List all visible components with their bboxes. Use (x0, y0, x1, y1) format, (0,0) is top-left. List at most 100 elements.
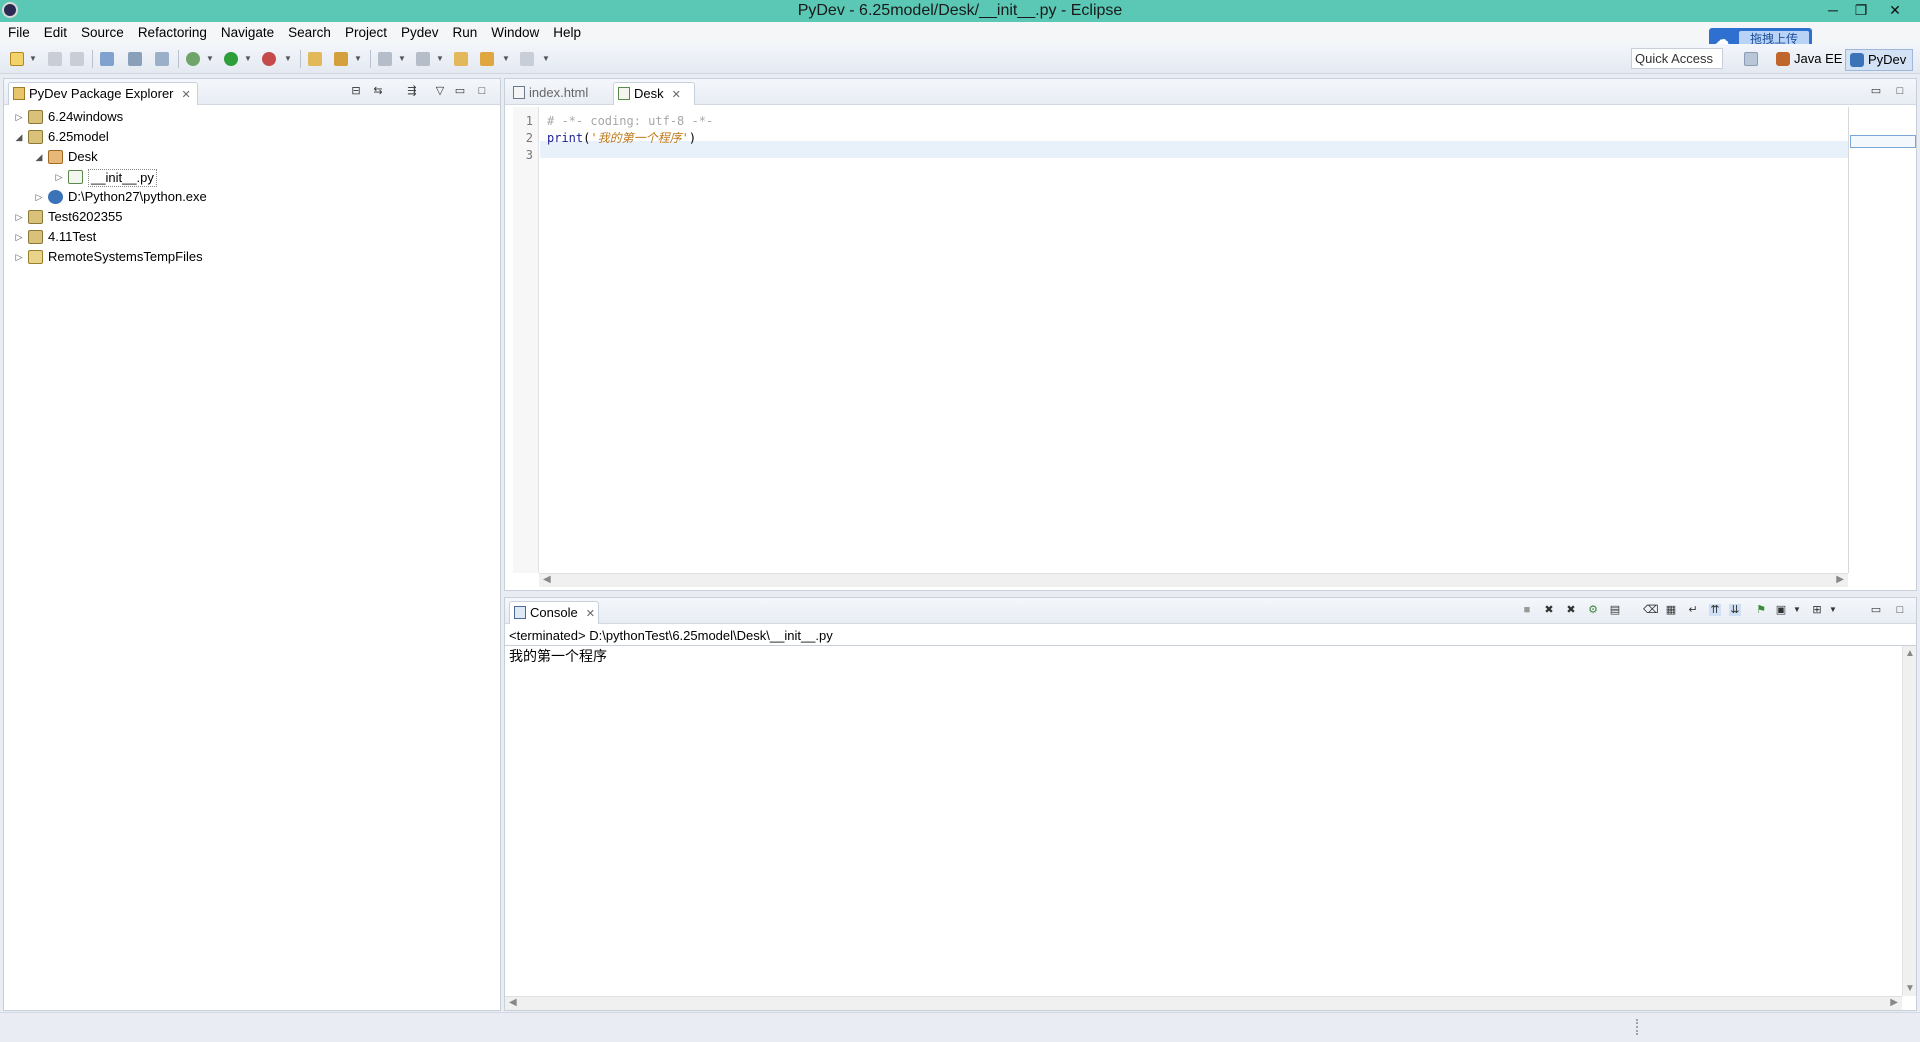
expand-icon[interactable]: ▷ (34, 187, 44, 207)
perspective-pydev[interactable]: PyDev (1845, 49, 1913, 71)
display-console-icon[interactable]: ▣ (1775, 604, 1787, 616)
quick-access-input[interactable]: Quick Access (1631, 48, 1723, 69)
tab-index-html[interactable]: index.html (509, 82, 609, 105)
debug-console-icon[interactable]: ▤ (1609, 604, 1621, 616)
open-console-dropdown-icon[interactable]: ▼ (1827, 604, 1839, 616)
editor-horizontal-scrollbar[interactable]: ◀ ▶ (539, 573, 1848, 587)
prev-annotation-dropdown-icon[interactable]: ▼ (436, 52, 444, 66)
maximize-view-icon[interactable]: □ (476, 85, 488, 97)
line-number: 1 (525, 114, 533, 128)
code-editor[interactable]: 1 # -*- coding: utf-8 -*- 2 print('我的第一个程序'… (505, 107, 1849, 573)
debug-icon[interactable] (186, 52, 200, 66)
minimize-button[interactable]: ─ (1818, 0, 1848, 22)
debug-dropdown-icon[interactable]: ▼ (206, 52, 214, 66)
tree-item-label: 4.11Test (48, 229, 97, 244)
console-output[interactable]: 我的第一个程序 (509, 647, 607, 665)
menu-source[interactable]: Source (75, 22, 130, 44)
close-button[interactable]: ✕ (1880, 0, 1910, 22)
minimize-view-icon[interactable]: ▭ (1870, 604, 1882, 616)
scroll-right-icon[interactable]: ▶ (1836, 574, 1844, 585)
prev-annotation-icon[interactable] (416, 52, 430, 66)
terminal-icon[interactable] (100, 52, 114, 66)
maximize-view-icon[interactable]: □ (1894, 604, 1906, 616)
back-dropdown-icon[interactable]: ▼ (502, 52, 510, 66)
menu-navigate[interactable]: Navigate (215, 22, 280, 44)
show-stdout-icon[interactable]: ⇈ (1709, 604, 1721, 616)
clear-console-icon[interactable]: ⌫ (1643, 604, 1659, 616)
scroll-down-icon[interactable]: ▼ (1905, 983, 1915, 994)
next-annotation-icon[interactable] (378, 52, 392, 66)
external-tools-dropdown-icon[interactable]: ▼ (284, 52, 292, 66)
collapse-icon[interactable]: ◢ (14, 127, 24, 147)
close-icon[interactable]: ✕ (586, 608, 595, 620)
show-stderr-icon[interactable]: ⇊ (1729, 604, 1741, 616)
server-icon[interactable] (155, 52, 169, 66)
expand-icon[interactable]: ▷ (14, 207, 24, 227)
menu-window[interactable]: Window (485, 22, 545, 44)
link-editor-icon[interactable]: ⇆ (372, 85, 384, 97)
tab-console[interactable]: Console ✕ (509, 601, 599, 624)
next-annotation-dropdown-icon[interactable]: ▼ (398, 52, 406, 66)
restore-button[interactable]: ❐ (1846, 0, 1876, 22)
close-icon[interactable]: ✕ (182, 89, 191, 101)
tab-package-explorer[interactable]: PyDev Package Explorer ✕ (8, 82, 198, 105)
maximize-view-icon[interactable]: □ (1894, 85, 1906, 97)
console-vertical-scrollbar[interactable]: ▲ ▼ (1902, 646, 1916, 996)
expand-icon[interactable]: ▷ (14, 227, 24, 247)
expand-icon[interactable]: ▷ (14, 107, 24, 127)
perspective-java-ee[interactable]: Java EE (1772, 49, 1846, 71)
minimize-view-icon[interactable]: ▭ (454, 85, 466, 97)
menu-search[interactable]: Search (282, 22, 337, 44)
collapse-icon[interactable]: ◢ (34, 147, 44, 167)
run-dropdown-icon[interactable]: ▼ (244, 52, 252, 66)
perspective-label: Java EE (1794, 51, 1843, 66)
menu-project[interactable]: Project (339, 22, 393, 44)
menu-help[interactable]: Help (547, 22, 587, 44)
remove-launch-icon[interactable]: ✖ (1543, 604, 1555, 616)
last-edit-icon[interactable] (454, 52, 468, 66)
open-type-icon[interactable] (308, 52, 322, 66)
word-wrap-icon[interactable]: ↵ (1687, 604, 1699, 616)
save-icon[interactable] (48, 52, 62, 66)
menu-refactoring[interactable]: Refactoring (132, 22, 213, 44)
close-icon[interactable]: ✕ (672, 89, 681, 101)
terminate-icon[interactable]: ■ (1521, 604, 1533, 616)
expand-icon[interactable]: ▷ (54, 167, 64, 187)
menu-file[interactable]: File (2, 22, 36, 44)
project-icon (28, 210, 43, 224)
scroll-up-icon[interactable]: ▲ (1905, 648, 1915, 659)
remove-all-icon[interactable]: ✖ (1565, 604, 1577, 616)
scroll-lock-icon[interactable]: ▦ (1665, 604, 1677, 616)
open-console-icon[interactable]: ⊞ (1811, 604, 1823, 616)
tab-desk[interactable]: Desk ✕ (613, 82, 695, 105)
search-dropdown-icon[interactable]: ▼ (354, 52, 362, 66)
save-all-icon[interactable] (70, 52, 84, 66)
print-icon[interactable] (128, 52, 142, 66)
code-token: print (547, 131, 584, 145)
expand-icon[interactable]: ▷ (14, 247, 24, 267)
menu-run[interactable]: Run (447, 22, 484, 44)
run-icon[interactable] (224, 52, 238, 66)
scroll-left-icon[interactable]: ◀ (509, 997, 517, 1008)
minimize-view-icon[interactable]: ▭ (1870, 85, 1882, 97)
search-icon[interactable] (334, 52, 348, 66)
scroll-left-icon[interactable]: ◀ (543, 574, 551, 585)
view-menu-icon[interactable]: ▽ (434, 85, 446, 97)
pin-console-icon[interactable]: ⚑ (1755, 604, 1767, 616)
forward-icon[interactable] (520, 52, 534, 66)
menu-edit[interactable]: Edit (38, 22, 73, 44)
back-icon[interactable] (480, 52, 494, 66)
scroll-right-icon[interactable]: ▶ (1890, 997, 1898, 1008)
external-tools-icon[interactable] (262, 52, 276, 66)
collapse-all-icon[interactable]: ⊟ (350, 85, 362, 97)
new-dropdown-icon[interactable]: ▼ (29, 52, 37, 66)
forward-dropdown-icon[interactable]: ▼ (542, 52, 550, 66)
filter-icon[interactable]: ⇶ (406, 85, 418, 97)
relaunch-icon[interactable]: ⚙ (1587, 604, 1599, 616)
display-console-dropdown-icon[interactable]: ▼ (1791, 604, 1803, 616)
minimap-viewport[interactable] (1850, 135, 1916, 148)
open-perspective-icon[interactable] (1744, 52, 1758, 66)
menu-pydev[interactable]: Pydev (395, 22, 445, 44)
new-icon[interactable] (10, 52, 24, 66)
console-horizontal-scrollbar[interactable]: ◀ ▶ (505, 996, 1902, 1010)
